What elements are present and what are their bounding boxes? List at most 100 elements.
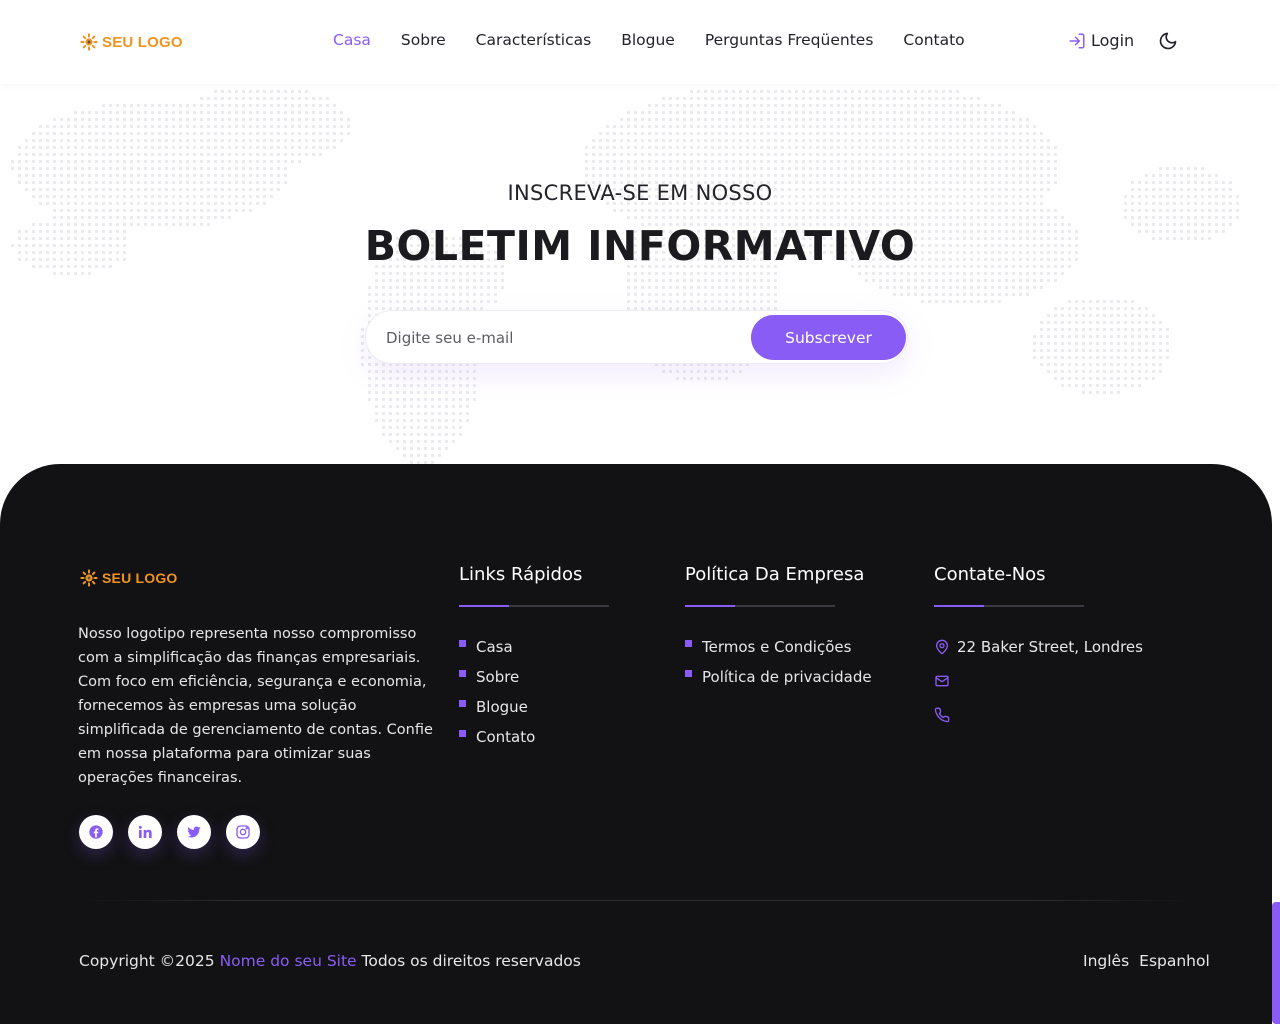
map-dot	[102, 153, 105, 156]
map-dot	[879, 286, 882, 289]
map-dot	[1019, 146, 1022, 149]
map-dot	[592, 174, 595, 177]
email-input[interactable]	[386, 325, 746, 351]
map-dot	[235, 132, 238, 135]
language-option-ingles[interactable]: Inglês	[1083, 952, 1129, 970]
login-button[interactable]: Login	[1068, 31, 1134, 50]
map-dot	[949, 167, 952, 170]
map-dot	[235, 209, 238, 212]
map-dot	[1187, 174, 1190, 177]
nav-item-caracteristicas[interactable]: Características	[476, 31, 592, 49]
map-dot	[207, 132, 210, 135]
site-name-link[interactable]: Nome do seu Site	[220, 952, 357, 970]
map-dot	[676, 286, 679, 289]
map-dot	[970, 272, 973, 275]
map-dot	[1033, 125, 1036, 128]
map-dot	[207, 160, 210, 163]
linkedin-button[interactable]	[128, 815, 162, 849]
map-dot	[998, 272, 1001, 275]
map-dot	[788, 90, 791, 93]
map-dot	[613, 209, 616, 212]
map-dot	[830, 174, 833, 177]
twitter-button[interactable]	[177, 815, 211, 849]
map-dot	[599, 132, 602, 135]
map-dot	[774, 160, 777, 163]
map-dot	[718, 97, 721, 100]
map-dot	[333, 146, 336, 149]
policy-link-privacy[interactable]: Política de privacidade	[685, 657, 872, 697]
scrollbar-thumb[interactable]	[1272, 902, 1280, 1024]
nav-item-perguntas[interactable]: Perguntas Freqüentes	[705, 31, 874, 49]
contact-column: Contate-Nos 22 Baker Street, Londres	[934, 564, 1143, 732]
map-dot	[809, 146, 812, 149]
map-dot	[970, 300, 973, 303]
footer-logo[interactable]: SEU LOGO	[80, 569, 178, 587]
map-dot	[375, 293, 378, 296]
map-dot	[431, 370, 434, 373]
quick-links-list: Casa Sobre Blogue Contato	[459, 627, 609, 757]
map-dot	[165, 153, 168, 156]
map-dot	[242, 139, 245, 142]
map-dot	[676, 146, 679, 149]
map-dot	[186, 174, 189, 177]
map-dot	[865, 104, 868, 107]
moon-icon[interactable]	[1158, 31, 1178, 51]
quick-link-contato[interactable]: Contato	[459, 717, 609, 757]
map-dot	[760, 125, 763, 128]
nav-item-contato[interactable]: Contato	[903, 31, 964, 49]
header-logo[interactable]: SEU LOGO	[80, 33, 183, 51]
map-dot	[914, 174, 917, 177]
map-dot	[977, 279, 980, 282]
map-dot	[88, 118, 91, 121]
map-dot	[1117, 363, 1120, 366]
language-option-espanhol[interactable]: Espanhol	[1139, 952, 1210, 970]
map-dot	[375, 370, 378, 373]
map-dot	[305, 104, 308, 107]
policy-link-label: Política de privacidade	[702, 668, 872, 686]
map-dot	[921, 160, 924, 163]
map-dot	[718, 377, 721, 380]
map-dot	[704, 167, 707, 170]
nav-item-sobre[interactable]: Sobre	[401, 31, 446, 49]
map-dot	[690, 209, 693, 212]
contact-phone[interactable]	[934, 698, 1143, 732]
contact-email[interactable]	[934, 664, 1143, 698]
map-dot	[1033, 153, 1036, 156]
subscribe-button[interactable]: Subscrever	[751, 315, 906, 360]
map-dot	[410, 433, 413, 436]
map-dot	[1019, 132, 1022, 135]
map-dot	[865, 216, 868, 219]
map-dot	[984, 153, 987, 156]
map-dot	[137, 118, 140, 121]
map-dot	[389, 300, 392, 303]
instagram-button[interactable]	[226, 815, 260, 849]
map-dot	[620, 153, 623, 156]
map-dot	[991, 300, 994, 303]
map-dot	[998, 146, 1001, 149]
map-dot	[109, 132, 112, 135]
map-dot	[452, 440, 455, 443]
map-dot	[760, 209, 763, 212]
map-dot	[88, 139, 91, 142]
map-dot	[1229, 216, 1232, 219]
nav-item-blogue[interactable]: Blogue	[621, 31, 675, 49]
map-dot	[39, 146, 42, 149]
map-dot	[1166, 328, 1169, 331]
map-dot	[1012, 118, 1015, 121]
map-dot	[284, 153, 287, 156]
map-dot	[760, 167, 763, 170]
map-dot	[844, 104, 847, 107]
map-dot	[326, 125, 329, 128]
nav-item-casa[interactable]: Casa	[333, 31, 371, 49]
map-dot	[459, 377, 462, 380]
map-dot	[1061, 216, 1064, 219]
map-dot	[81, 153, 84, 156]
map-dot	[1159, 321, 1162, 324]
map-dot	[410, 377, 413, 380]
map-dot	[774, 293, 777, 296]
map-dot	[662, 370, 665, 373]
map-dot	[935, 272, 938, 275]
map-dot	[368, 377, 371, 380]
map-dot	[907, 153, 910, 156]
facebook-button[interactable]	[79, 815, 113, 849]
